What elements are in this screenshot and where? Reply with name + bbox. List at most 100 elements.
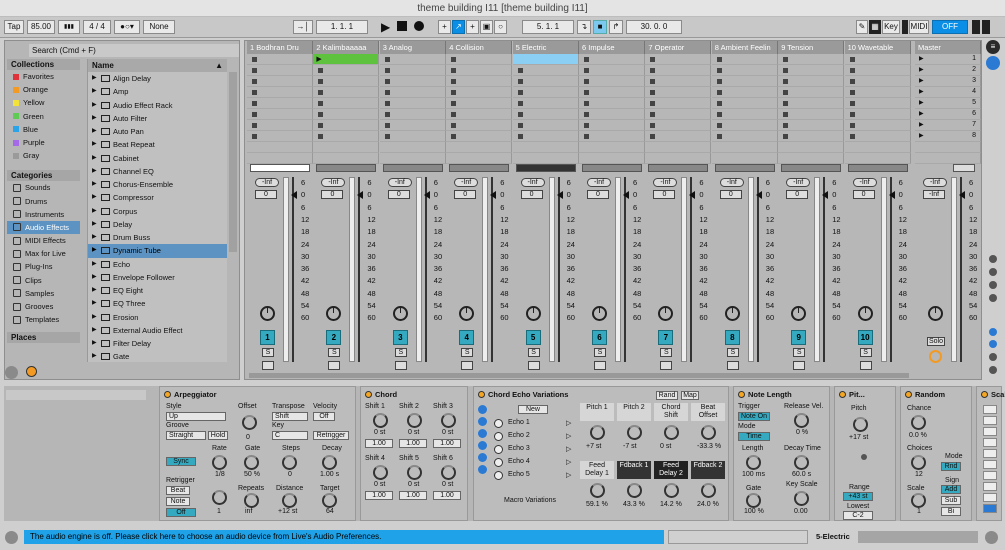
key-map-button[interactable]: Key (882, 20, 900, 34)
clip-slot[interactable] (711, 54, 778, 65)
volume-readout[interactable]: -Inf (454, 178, 479, 187)
clip-slot[interactable] (446, 98, 513, 109)
clip-slot[interactable] (313, 109, 380, 120)
clip-slot[interactable] (512, 76, 579, 87)
pan-readout[interactable]: 0 (520, 190, 543, 199)
pan-knob[interactable] (326, 306, 342, 321)
rate-dial[interactable] (212, 455, 227, 470)
io-icon[interactable] (989, 353, 997, 361)
clip-stop-icon[interactable] (384, 68, 390, 73)
loop-start-field[interactable]: 5. 1. 1 (522, 20, 574, 34)
choices-dial[interactable] (911, 455, 926, 470)
pitch-dial[interactable] (853, 417, 868, 432)
clip-stop-button[interactable] (382, 164, 443, 172)
release-dial[interactable] (794, 413, 809, 428)
category-item[interactable]: Grooves (7, 300, 80, 313)
collection-item[interactable]: Favorites (7, 70, 80, 83)
clip-slot[interactable] (645, 120, 712, 131)
pan-knob[interactable] (857, 306, 873, 321)
pan-knob[interactable] (724, 306, 740, 321)
pan-knob[interactable] (791, 306, 807, 321)
scene-slot[interactable]: ▶ 1 (915, 54, 981, 65)
clip-slot[interactable] (512, 109, 579, 120)
velocity-gain-field[interactable]: 1.00 (433, 439, 461, 448)
returns-toggle-icon[interactable] (989, 268, 997, 276)
scale-key[interactable] (983, 471, 997, 480)
scale-key[interactable] (983, 504, 997, 513)
loop-switch-icon[interactable]: ■ (593, 20, 607, 34)
clip-stop-button[interactable] (515, 164, 576, 172)
list-item[interactable]: ▶ External Audio Effect (88, 324, 227, 337)
arm-icon[interactable] (859, 361, 872, 370)
mixer-toggle-icon[interactable] (989, 281, 997, 289)
category-item[interactable]: Drums (7, 195, 80, 208)
clip-stop-icon[interactable] (783, 134, 789, 139)
category-item[interactable]: Clips (7, 274, 80, 287)
scene-launch-icon[interactable]: ▶ (919, 66, 924, 73)
track-activator-button[interactable]: 4 (459, 330, 475, 345)
tempo-field[interactable]: 85.00 (27, 20, 55, 34)
clip-slot[interactable] (711, 65, 778, 76)
scale-key[interactable] (983, 416, 997, 425)
clip-slot[interactable] (645, 76, 712, 87)
list-item[interactable]: ▶ Compressor (88, 191, 227, 204)
clip-stop-icon[interactable] (716, 79, 722, 84)
key-select[interactable]: C (272, 431, 308, 440)
clip-slot[interactable] (379, 142, 446, 153)
clip-stop-icon[interactable] (716, 57, 722, 62)
clip-slot[interactable] (645, 153, 712, 164)
clip-stop-button[interactable] (648, 164, 709, 172)
clip-slot[interactable] (247, 153, 313, 164)
pan-knob[interactable] (459, 306, 475, 321)
clip-stop-button[interactable] (250, 164, 310, 172)
list-item[interactable]: ▶ Channel EQ (88, 165, 227, 178)
device-activator-icon[interactable] (478, 391, 485, 398)
macro-control-icon[interactable] (478, 441, 487, 450)
clip-slot[interactable] (711, 109, 778, 120)
clip-slot[interactable] (778, 98, 845, 109)
list-item[interactable]: ▶ Corpus (88, 205, 227, 218)
variation-name[interactable]: Echo 3 (508, 445, 530, 452)
device-activator-icon[interactable] (738, 391, 745, 398)
clip-slot[interactable] (247, 109, 313, 120)
velocity-gain-field[interactable]: 1.00 (365, 491, 393, 500)
macro-header[interactable]: Fdback 1 (617, 461, 651, 479)
clip-stop-icon[interactable] (451, 57, 457, 62)
clip-stop-icon[interactable] (584, 79, 589, 84)
clip-slot[interactable] (844, 98, 911, 109)
pan-readout[interactable]: 0 (786, 190, 809, 199)
info-toggle-icon[interactable] (5, 531, 18, 544)
clip-stop-icon[interactable] (650, 79, 656, 84)
clip-slot[interactable] (844, 153, 911, 164)
clip-slot[interactable] (579, 153, 645, 164)
clip-stop-icon[interactable] (384, 134, 390, 139)
list-item[interactable]: ▶ Beat Repeat (88, 138, 227, 151)
velocity-button[interactable]: Off (313, 412, 335, 421)
macro-header[interactable]: Pitch 2 (617, 403, 651, 421)
solo-button[interactable]: S (527, 348, 540, 357)
clip-stop-icon[interactable] (451, 90, 457, 95)
decay-dial[interactable] (322, 455, 337, 470)
device-title[interactable]: Chord (365, 390, 397, 399)
clip-slot[interactable] (579, 109, 645, 120)
pan-knob[interactable] (392, 306, 408, 321)
expand-icon[interactable]: ▶ (92, 152, 98, 165)
expand-icon[interactable]: ▶ (92, 284, 98, 297)
clip-slot[interactable] (778, 76, 845, 87)
sync-button[interactable]: Sync (166, 457, 196, 466)
track-header[interactable]: 4 Collision (446, 41, 513, 54)
category-item[interactable]: Audio Effects (7, 220, 80, 235)
expand-icon[interactable]: ▶ (92, 271, 98, 284)
clip-slot[interactable] (313, 142, 380, 153)
scale-key[interactable] (983, 460, 997, 469)
clip-stop-icon[interactable] (517, 68, 523, 73)
clip-stop-icon[interactable] (451, 134, 457, 139)
clip-play-icon[interactable]: ▶ (316, 55, 321, 63)
shift-dial[interactable] (407, 465, 422, 480)
sort-icon[interactable]: ▲ (215, 59, 223, 72)
lowest-field[interactable]: C-2 (843, 511, 873, 520)
clip-slot[interactable] (778, 131, 845, 142)
macro-control-icon[interactable] (478, 453, 487, 462)
variation-select-icon[interactable] (494, 419, 503, 428)
track-header[interactable]: 8 Ambient Feelin (711, 41, 778, 54)
